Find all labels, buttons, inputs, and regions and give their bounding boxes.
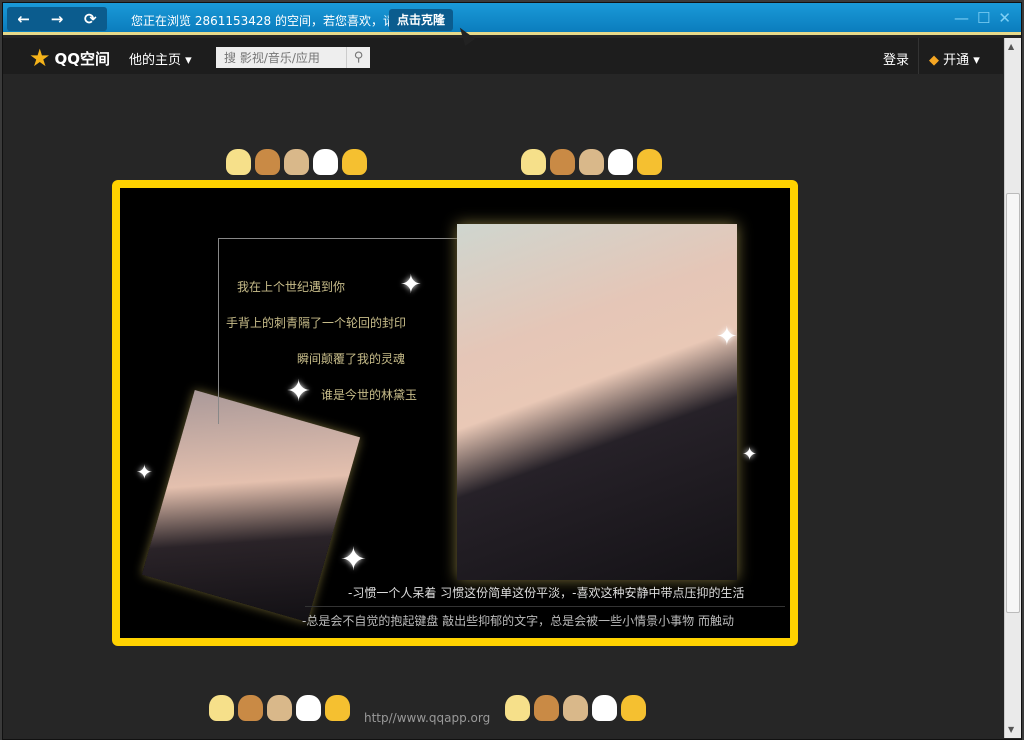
refresh-icon[interactable]: ⟳ (84, 10, 97, 28)
clone-button[interactable]: 点击克隆 (389, 9, 454, 31)
title-bar: ← → ⟳ 您正在浏览 2861153428 的空间，若您喜欢，请 点击克隆 —… (3, 3, 1021, 35)
scroll-thumb[interactable] (1006, 193, 1020, 613)
caption: -总是会不自觉的抱起键盘 敲出些抑郁的文字，总是会被一些小情景小事物 而触动 (302, 614, 734, 628)
scrollbar[interactable]: ▲ ▼ (1004, 38, 1021, 738)
poem-line: 手背上的刺青隔了一个轮回的封印 (226, 316, 407, 330)
critter-icon (284, 149, 309, 175)
search-input[interactable] (216, 47, 346, 68)
forward-arrow-icon[interactable]: → (51, 10, 64, 28)
caption: -习惯一个人呆着 习惯这份简单这份平淡，-喜欢这种安静中带点压抑的生活 (348, 586, 745, 600)
nav-buttons: ← → ⟳ (7, 7, 107, 31)
sparkle-icon: ✦ (286, 374, 312, 409)
logo-text: QQ空间 (54, 49, 111, 68)
critter-icon (209, 695, 234, 721)
qzone-logo[interactable]: ★ QQ空间 (29, 44, 110, 72)
sparkle-icon: ✦ (400, 270, 422, 300)
minimize-icon[interactable]: — (954, 9, 969, 27)
critter-row (209, 695, 350, 721)
sparkle-icon: ✦ (716, 322, 738, 352)
critter-icon (550, 149, 575, 175)
photo-frame: 我在上个世纪遇到你 手背上的刺青隔了一个轮回的封印 瞬间颠覆了我的灵魂 谁是今世… (112, 180, 798, 646)
back-arrow-icon[interactable]: ← (17, 10, 30, 28)
critter-icon (238, 695, 263, 721)
login-link[interactable]: 登录 (883, 49, 909, 68)
browse-notice: 您正在浏览 2861153428 的空间，若您喜欢，请 (131, 14, 395, 28)
critter-icon (325, 695, 350, 721)
critter-icon (637, 149, 662, 175)
poem-line: 谁是今世的林黛玉 (321, 388, 418, 402)
open-label: 开通 ▾ (943, 53, 980, 68)
main-photo (457, 224, 737, 580)
maximize-icon[interactable]: ☐ (977, 9, 990, 27)
search-icon[interactable]: ⚲ (346, 47, 370, 68)
small-photo (141, 390, 361, 622)
critter-icon (579, 149, 604, 175)
sparkle-icon: ✦ (136, 460, 153, 484)
poem-line: 瞬间颠覆了我的灵魂 (297, 352, 406, 366)
critter-icon (226, 149, 251, 175)
search-box: ⚲ (216, 47, 370, 68)
star-logo-icon: ★ (29, 44, 51, 72)
critter-icon (608, 149, 633, 175)
critter-row (505, 695, 646, 721)
critter-row (521, 149, 662, 175)
critter-icon (592, 695, 617, 721)
scroll-down-icon[interactable]: ▼ (1008, 725, 1014, 734)
critter-icon (534, 695, 559, 721)
critter-icon (563, 695, 588, 721)
critter-row (226, 149, 367, 175)
sparkle-icon: ✦ (340, 540, 367, 578)
footer-url[interactable]: http//www.qqapp.org (364, 711, 490, 725)
scroll-up-icon[interactable]: ▲ (1008, 42, 1014, 51)
critter-icon (505, 695, 530, 721)
critter-icon (296, 695, 321, 721)
browser-window: ← → ⟳ 您正在浏览 2861153428 的空间，若您喜欢，请 点击克隆 —… (2, 2, 1022, 740)
critter-icon (255, 149, 280, 175)
his-home-menu[interactable]: 他的主页 ▾ (129, 49, 192, 68)
critter-icon (521, 149, 546, 175)
poem-line: 我在上个世纪遇到你 (237, 280, 346, 294)
divider (305, 606, 785, 607)
critter-icon (342, 149, 367, 175)
window-controls: — ☐ ✕ (954, 9, 1011, 27)
critter-icon (267, 695, 292, 721)
sparkle-icon: ✦ (742, 444, 758, 465)
critter-icon (621, 695, 646, 721)
top-nav: ★QQ空间 他的主页 ▾ ⚲ 登录 ◆ 开通 ▾ (3, 38, 1003, 74)
diamond-icon: ◆ (929, 53, 939, 68)
photo-panel: 我在上个世纪遇到你 手背上的刺青隔了一个轮回的封印 瞬间颠覆了我的灵魂 谁是今世… (120, 188, 790, 638)
critter-icon (313, 149, 338, 175)
divider (918, 38, 919, 74)
close-icon[interactable]: ✕ (998, 9, 1011, 27)
open-menu[interactable]: ◆ 开通 ▾ (929, 49, 980, 68)
